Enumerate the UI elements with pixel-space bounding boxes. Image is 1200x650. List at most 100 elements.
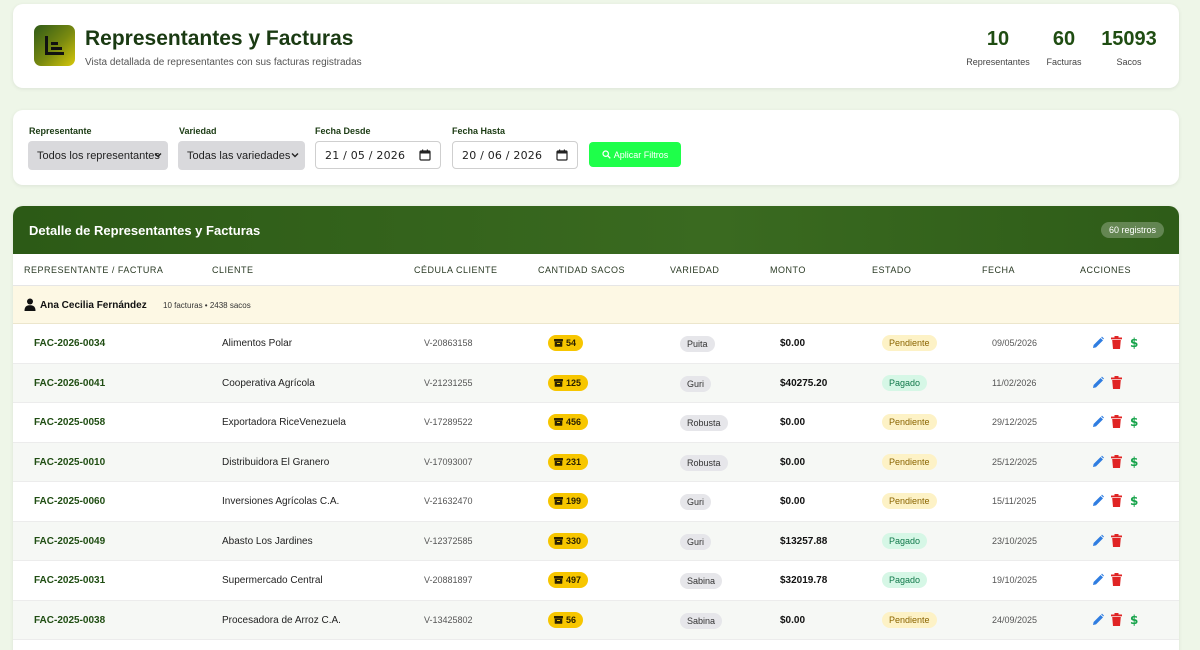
table-row[interactable]: FAC-2025-0060 Inversiones Agrícolas C.A. V…	[13, 482, 1179, 522]
pencil-icon[interactable]	[1092, 573, 1104, 587]
factura-number[interactable]: FAC-2026-0041	[34, 378, 105, 389]
pencil-icon[interactable]	[1092, 376, 1104, 390]
trash-icon[interactable]	[1111, 415, 1123, 429]
trash-icon[interactable]	[1111, 573, 1123, 587]
pencil-icon[interactable]	[1092, 336, 1104, 350]
box-icon	[554, 615, 563, 624]
logo	[34, 25, 75, 66]
svg-text:$: $	[1130, 494, 1138, 507]
monto-value: $0.00	[780, 338, 806, 349]
dollar-icon[interactable]: $	[1130, 494, 1142, 508]
stat-value: 10	[986, 28, 1010, 50]
cliente-cedula: V-21632470	[424, 496, 473, 506]
column-header: ESTADO	[872, 265, 912, 275]
trash-icon[interactable]	[1111, 336, 1123, 350]
trash-icon[interactable]	[1111, 454, 1123, 469]
estado-badge: Pendiente	[882, 453, 937, 470]
box-icon	[554, 576, 563, 584]
variedad-badge: Sabina	[680, 612, 723, 629]
row-actions	[1092, 375, 1123, 390]
svg-text:$: $	[1130, 613, 1138, 626]
factura-number[interactable]: FAC-2025-0010	[34, 457, 105, 468]
cliente-cedula: V-12372585	[424, 535, 473, 546]
stat-sacos: 15093 Sacos	[1099, 28, 1159, 67]
table-row[interactable]: FAC-2025-0031 Supermercado Central V-20881…	[13, 561, 1179, 601]
sacos-count: 125	[566, 377, 582, 388]
pencil-icon[interactable]	[1092, 494, 1104, 508]
fecha-value: 09/05/2026	[992, 338, 1038, 348]
row-actions	[1092, 573, 1123, 587]
cliente-name: Alimentos Polar	[222, 338, 293, 349]
representante-name: Ana Cecilia Fernández	[40, 300, 147, 311]
apply-filters-button[interactable]: Aplicar Filtros	[589, 142, 681, 167]
pencil-icon[interactable]	[1092, 534, 1104, 548]
variedad-badge: Sabina	[680, 573, 723, 589]
sacos-count: 199	[566, 496, 582, 506]
factura-number[interactable]: FAC-2025-0060	[34, 496, 105, 507]
table-row[interactable]: FAC-2026-0034 Alimentos Polar V-20863158 54…	[13, 324, 1179, 364]
fecha-desde-value: 21 / 05 / 2026	[325, 148, 406, 162]
sacos-badge: 54	[548, 335, 584, 351]
search-icon	[602, 150, 611, 159]
calendar-icon[interactable]	[419, 149, 431, 161]
fecha-value: 23/10/2025	[992, 535, 1038, 546]
fecha-hasta-value: 20 / 06 / 2026	[462, 148, 543, 162]
variedad-label: Variedad	[179, 126, 217, 136]
sacos-count: 54	[566, 338, 577, 348]
fecha-hasta-input[interactable]: 20 / 06 / 2026	[452, 141, 578, 169]
stat-value: 15093	[1101, 28, 1157, 50]
cliente-name: Inversiones Agrícolas C.A.	[222, 496, 340, 507]
column-header: CÉDULA CLIENTE	[414, 265, 498, 275]
table-header: Detalle de Representantes y Facturas 60 …	[13, 206, 1179, 254]
factura-number[interactable]: FAC-2025-0049	[34, 536, 105, 547]
pencil-icon[interactable]	[1092, 613, 1104, 627]
column-header: REPRESENTANTE / FACTURA	[24, 265, 164, 275]
table-row[interactable]: FAC-2025-0038 Procesadora de Arroz C.A. V-…	[13, 600, 1179, 640]
sacos-badge: 456	[548, 414, 589, 430]
pencil-icon[interactable]	[1092, 415, 1104, 429]
monto-value: $13257.88	[780, 535, 828, 547]
trash-icon[interactable]	[1111, 494, 1123, 508]
cliente-cedula: V-20881897	[424, 575, 473, 585]
calendar-icon[interactable]	[556, 149, 568, 161]
factura-number[interactable]: FAC-2025-0058	[34, 417, 105, 428]
trash-icon[interactable]	[1111, 612, 1123, 627]
pencil-icon[interactable]	[1092, 455, 1104, 469]
dollar-icon[interactable]: $	[1130, 336, 1142, 350]
filters-card: Representante Todos los representantes V…	[13, 110, 1179, 185]
representante-group-row[interactable]: Ana Cecilia Fernández 10 facturas • 2438…	[13, 286, 1179, 324]
factura-number[interactable]: FAC-2025-0038	[34, 615, 105, 626]
dollar-icon[interactable]: $	[1130, 415, 1142, 429]
fecha-value: 24/09/2025	[992, 614, 1038, 625]
table-row[interactable]: FAC-2026-0041 Cooperativa Agrícola V-21231…	[13, 363, 1179, 403]
dollar-icon[interactable]: $	[1130, 613, 1142, 627]
variedad-select[interactable]: Todas las variedades	[178, 141, 305, 170]
stat-label: Sacos	[1116, 57, 1142, 67]
trash-icon[interactable]	[1111, 533, 1123, 548]
fecha-desde-label: Fecha Desde	[315, 126, 371, 136]
table-row[interactable]: FAC-2025-0058 Exportadora RiceVenezuela V-…	[13, 403, 1179, 443]
cliente-name: Abasto Los Jardines	[222, 535, 313, 547]
row-actions: $	[1092, 336, 1142, 350]
fecha-value: 15/11/2025	[992, 496, 1037, 506]
variedad-select-value: Todas las variedades	[187, 149, 291, 162]
stat-label: Facturas	[1046, 57, 1082, 67]
table-row[interactable]: FAC-2025-0049 Abasto Los Jardines V-123725…	[13, 521, 1179, 561]
factura-number[interactable]: FAC-2026-0034	[34, 338, 105, 349]
svg-text:$: $	[1130, 336, 1138, 349]
estado-badge: Pagado	[882, 572, 928, 588]
dollar-icon[interactable]: $	[1130, 455, 1142, 469]
table-row[interactable]: FAC-2025-0010 Distribuidora El Granero V-1…	[13, 442, 1179, 482]
stat-representantes: 10 Representantes	[966, 28, 1030, 67]
representante-select[interactable]: Todos los representantes	[28, 141, 168, 170]
variedad-badge: Guri	[680, 375, 712, 392]
trash-icon[interactable]	[1111, 375, 1123, 390]
row-actions: $	[1092, 494, 1142, 508]
sacos-badge: 330	[548, 532, 589, 549]
stat-value: 60	[1052, 28, 1076, 50]
estado-badge: Pagado	[882, 374, 928, 391]
sacos-count: 231	[566, 456, 582, 467]
estado-badge: Pendiente	[882, 493, 937, 509]
factura-number[interactable]: FAC-2025-0031	[34, 575, 105, 586]
fecha-desde-input[interactable]: 21 / 05 / 2026	[315, 141, 441, 169]
